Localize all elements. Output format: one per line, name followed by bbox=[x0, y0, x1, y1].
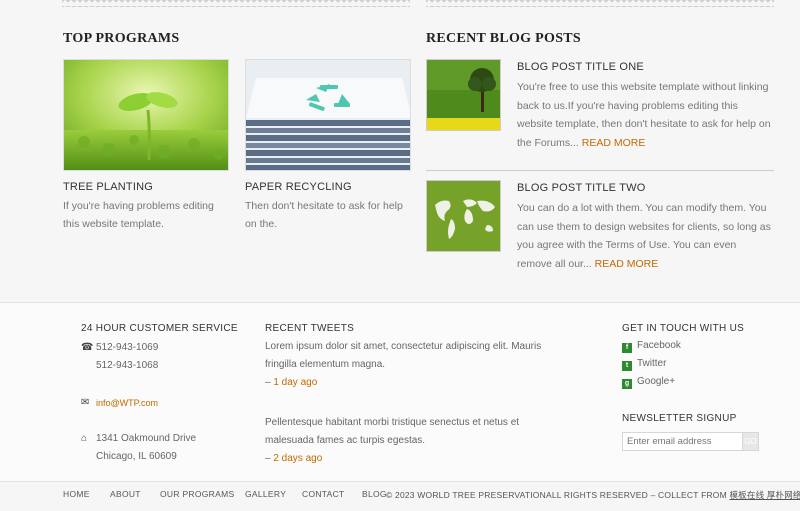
home-icon: ⌂ bbox=[81, 433, 88, 444]
envelope-icon: ✉ bbox=[81, 397, 90, 408]
program-card-paper-recycling: PAPER RECYCLING Then don't hesitate to a… bbox=[245, 59, 411, 233]
blog-post-excerpt: You're free to use this website template… bbox=[517, 78, 774, 152]
program-title[interactable]: PAPER RECYCLING bbox=[245, 181, 411, 193]
tweet-date: – 2 days ago bbox=[265, 453, 322, 464]
blog-divider bbox=[426, 170, 774, 171]
tweet-date: – 1 day ago bbox=[265, 377, 317, 388]
program-image-paper-stack[interactable] bbox=[245, 59, 411, 171]
twitter-icon: t bbox=[622, 361, 632, 371]
nav-about[interactable]: ABOUT bbox=[110, 489, 141, 499]
email-link[interactable]: info@WTP.com bbox=[96, 395, 158, 411]
tweet-date-link[interactable]: 1 day ago bbox=[273, 377, 317, 388]
nav-contact[interactable]: CONTACT bbox=[302, 489, 345, 499]
bottom-bar: HOME ABOUT OUR PROGRAMS GALLERY CONTACT … bbox=[0, 489, 800, 503]
customer-service-heading: 24 HOUR CUSTOMER SERVICE bbox=[81, 323, 238, 334]
tweet-text: Pellentesque habitant morbi tristique se… bbox=[265, 417, 520, 446]
newsletter-heading: NEWSLETTER SIGNUP bbox=[622, 413, 737, 424]
tweet-date-link[interactable]: 2 days ago bbox=[273, 453, 322, 464]
read-more-link[interactable]: READ MORE bbox=[582, 137, 646, 149]
footer: 24 HOUR CUSTOMER SERVICE ☎ 512-943-1069 … bbox=[0, 302, 800, 482]
copyright-text: © 2023 WORLD TREE PRESERVATIONALL RIGHTS… bbox=[386, 490, 727, 500]
nav-gallery[interactable]: GALLERY bbox=[245, 489, 286, 499]
zigzag-border-left bbox=[62, 0, 410, 7]
blog-post-title[interactable]: BLOG POST TITLE ONE bbox=[517, 61, 774, 73]
program-desc: Then don't hesitate to ask for help on t… bbox=[245, 200, 403, 230]
phone-icon: ☎ bbox=[81, 342, 94, 353]
newsletter-email-input[interactable] bbox=[622, 432, 759, 451]
copyright-link[interactable]: 模板在线 厚朴网络 淘宝店 bbox=[729, 490, 800, 500]
address-city: Chicago, IL 60609 bbox=[96, 451, 177, 462]
nav-blog[interactable]: BLOG bbox=[362, 489, 387, 499]
zigzag-border-right bbox=[426, 0, 774, 7]
blog-image-world-map[interactable] bbox=[426, 180, 501, 252]
facebook-link[interactable]: f Facebook bbox=[622, 340, 681, 353]
facebook-icon: f bbox=[622, 343, 632, 353]
tweet-dash: – bbox=[265, 453, 271, 464]
recent-tweets-heading: RECENT TWEETS bbox=[265, 323, 355, 334]
address-street: 1341 Oakmound Drive bbox=[96, 433, 197, 444]
blog-image-tree[interactable] bbox=[426, 59, 501, 131]
google-link[interactable]: g Google+ bbox=[622, 376, 675, 389]
blog-post-excerpt: You can do a lot with them. You can modi… bbox=[517, 199, 774, 273]
twitter-link[interactable]: t Twitter bbox=[622, 358, 666, 371]
phone-number-1: 512-943-1069 bbox=[96, 342, 159, 353]
phone-number-2: 512-943-1068 bbox=[96, 360, 159, 371]
copyright: © 2023 WORLD TREE PRESERVATIONALL RIGHTS… bbox=[386, 489, 800, 501]
recent-blog-heading: RECENT BLOG POSTS bbox=[426, 31, 581, 46]
newsletter-submit-button[interactable]: GO bbox=[742, 432, 759, 451]
program-image-seedling[interactable] bbox=[63, 59, 229, 171]
blog-post-title[interactable]: BLOG POST TITLE TWO bbox=[517, 182, 774, 194]
nav-our-programs[interactable]: OUR PROGRAMS bbox=[160, 489, 234, 499]
google-icon: g bbox=[622, 379, 632, 389]
get-in-touch-heading: GET IN TOUCH WITH US bbox=[622, 323, 745, 334]
top-programs-heading: TOP PROGRAMS bbox=[63, 31, 180, 46]
program-desc: If you're having problems editing this w… bbox=[63, 200, 214, 230]
program-card-tree-planting: TREE PLANTING If you're having problems … bbox=[63, 59, 229, 233]
read-more-link[interactable]: READ MORE bbox=[595, 258, 659, 270]
tweet-dash: – bbox=[265, 377, 271, 388]
tweet-text: Lorem ipsum dolor sit amet, consectetur … bbox=[265, 341, 542, 370]
nav-home[interactable]: HOME bbox=[63, 489, 90, 499]
program-title[interactable]: TREE PLANTING bbox=[63, 181, 229, 193]
